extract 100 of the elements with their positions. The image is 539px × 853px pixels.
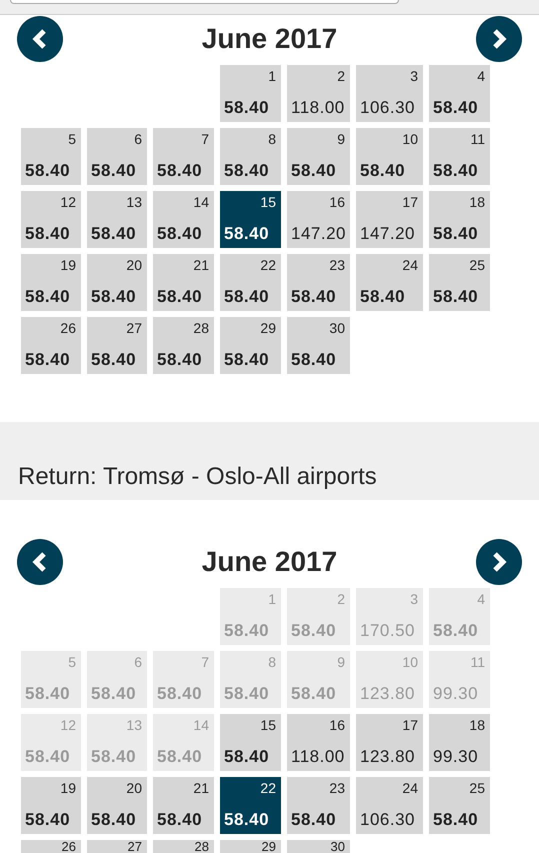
day-cell[interactable]: 20 58.40 — [87, 777, 147, 834]
day-number: 27 — [128, 840, 142, 853]
day-number: 23 — [329, 257, 345, 273]
price: 58.40 — [224, 621, 270, 641]
day-cell[interactable]: 3 106.30 — [356, 65, 423, 122]
day-cell[interactable]: 14 58.40 — [153, 191, 214, 248]
day-cell[interactable]: 24 106.30 — [356, 777, 423, 834]
day-number: 30 — [330, 840, 345, 853]
day-number: 22 — [260, 257, 276, 273]
day-cell[interactable]: 19 58.40 — [21, 254, 81, 311]
day-cell[interactable]: 16 118.00 — [287, 714, 350, 771]
day-cell[interactable]: 26 58.40 — [21, 317, 81, 374]
day-number: 21 — [193, 257, 209, 273]
day-cell[interactable]: 24 58.40 — [356, 254, 423, 311]
day-cell[interactable]: 29 58.40 — [220, 317, 281, 374]
day-number: 2 — [337, 68, 345, 84]
day-cell[interactable]: 13 58.40 — [87, 191, 147, 248]
day-number: 25 — [469, 257, 485, 273]
day-cell[interactable]: 22 58.40 — [220, 777, 281, 834]
price: 58.40 — [433, 161, 480, 181]
return-heading: Return: Tromsø - Oslo-All airports — [18, 462, 378, 492]
day-number: 21 — [193, 780, 209, 796]
day-cell[interactable]: 21 58.40 — [153, 777, 214, 834]
day-cell[interactable]: 28 58.40 — [153, 317, 214, 374]
price: 58.40 — [91, 810, 138, 830]
price: 58.40 — [224, 350, 270, 370]
day-number: 11 — [470, 654, 485, 670]
day-cell[interactable]: 12 58.40 — [21, 191, 81, 248]
day-cell[interactable]: 18 58.40 — [429, 191, 490, 248]
price: 147.20 — [291, 224, 345, 244]
day-cell[interactable]: 18 99.30 — [429, 714, 490, 771]
day-cell[interactable]: 23 58.40 — [287, 777, 350, 834]
month-title: June 2017 — [202, 544, 338, 578]
price: 147.20 — [360, 224, 416, 244]
day-cell[interactable]: 6 58.40 — [87, 128, 147, 185]
day-number: 29 — [262, 840, 276, 853]
day-cell[interactable]: 20 58.40 — [87, 254, 147, 311]
price: 58.40 — [157, 350, 204, 370]
day-cell[interactable]: 17 147.20 — [356, 191, 423, 248]
day-cell[interactable]: 25 58.40 — [429, 777, 490, 834]
day-cell[interactable]: 28 — [153, 840, 214, 853]
day-number: 28 — [193, 320, 209, 336]
day-number: 16 — [329, 194, 345, 210]
day-number: 8 — [268, 654, 276, 670]
price: 58.40 — [91, 161, 138, 181]
next-month-button[interactable] — [476, 16, 522, 62]
day-cell[interactable]: 30 58.40 — [287, 317, 350, 374]
day-cell[interactable]: 9 58.40 — [287, 128, 350, 185]
search-field[interactable] — [10, 0, 399, 4]
price: 58.40 — [291, 684, 338, 704]
day-number: 1 — [268, 68, 276, 84]
price: 58.40 — [360, 287, 406, 307]
day-cell[interactable]: 23 58.40 — [287, 254, 350, 311]
day-cell[interactable]: 15 58.40 — [220, 191, 281, 248]
day-cell[interactable]: 4 58.40 — [429, 65, 490, 122]
day-number: 4 — [477, 68, 485, 84]
previous-month-button[interactable] — [17, 16, 63, 62]
price: 106.30 — [360, 98, 416, 118]
day-cell[interactable]: 7 58.40 — [153, 128, 214, 185]
price: 58.40 — [91, 224, 138, 244]
day-cell[interactable]: 30 — [287, 840, 350, 853]
day-number: 25 — [469, 780, 485, 796]
next-month-button[interactable] — [476, 538, 522, 584]
price: 58.40 — [25, 747, 72, 767]
day-cell[interactable]: 22 58.40 — [220, 254, 281, 311]
day-cell[interactable]: 1 58.40 — [220, 65, 281, 122]
price: 58.40 — [157, 684, 204, 704]
day-number: 10 — [402, 654, 418, 670]
day-cell[interactable]: 29 — [220, 840, 281, 853]
day-cell[interactable]: 15 58.40 — [220, 714, 281, 771]
price: 58.40 — [360, 161, 406, 181]
day-cell[interactable]: 19 58.40 — [21, 777, 81, 834]
day-cell[interactable]: 11 58.40 — [429, 128, 490, 185]
day-cell[interactable]: 16 147.20 — [287, 191, 350, 248]
day-number: 26 — [62, 840, 76, 853]
price: 123.80 — [360, 747, 416, 767]
price: 58.40 — [25, 684, 72, 704]
day-number: 15 — [260, 194, 276, 210]
day-number: 30 — [329, 320, 345, 336]
day-cell[interactable]: 17 123.80 — [356, 714, 423, 771]
day-cell[interactable]: 21 58.40 — [153, 254, 214, 311]
price: 58.40 — [433, 224, 480, 244]
day-cell[interactable]: 8 58.40 — [220, 128, 281, 185]
price: 58.40 — [25, 810, 72, 830]
day-number: 24 — [402, 257, 418, 273]
price: 58.40 — [433, 98, 480, 118]
day-cell[interactable]: 2 118.00 — [287, 65, 350, 122]
day-cell[interactable]: 10 58.40 — [356, 128, 423, 185]
day-cell[interactable]: 27 58.40 — [87, 317, 147, 374]
day-number: 19 — [60, 257, 76, 273]
day-cell[interactable]: 5 58.40 — [21, 128, 81, 185]
price: 58.40 — [91, 287, 138, 307]
price: 58.40 — [157, 810, 204, 830]
day-cell[interactable]: 26 — [21, 840, 81, 853]
price: 58.40 — [224, 287, 270, 307]
day-cell[interactable]: 27 — [87, 840, 147, 853]
price: 58.40 — [291, 287, 338, 307]
price: 58.40 — [157, 161, 204, 181]
day-cell[interactable]: 25 58.40 — [429, 254, 490, 311]
previous-month-button[interactable] — [17, 538, 63, 584]
